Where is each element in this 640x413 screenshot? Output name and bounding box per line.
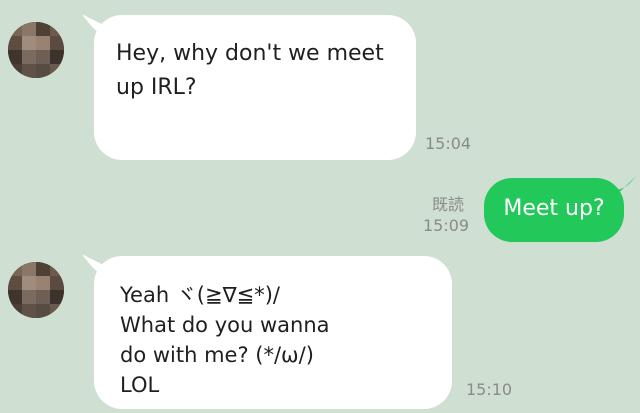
- chat-window: Hey, why don't we meet up IRL? 15:04 既読 …: [0, 0, 640, 413]
- timestamp: 15:04: [425, 134, 472, 153]
- timestamp: 15:10: [466, 380, 513, 399]
- timestamp: 15:09: [423, 216, 470, 235]
- message-bubble-2[interactable]: Meet up?: [484, 178, 624, 242]
- message-text: Hey, why don't we meet up IRL?: [116, 41, 384, 100]
- outgoing-tail: [606, 176, 636, 202]
- avatar[interactable]: [8, 22, 64, 78]
- avatar[interactable]: [8, 262, 64, 318]
- message-text: Yeah ヾ(≧∇≦*)/ What do you wanna do with …: [120, 283, 330, 397]
- message-text: Meet up?: [503, 196, 605, 221]
- message-bubble-3[interactable]: Yeah ヾ(≧∇≦*)/ What do you wanna do with …: [94, 256, 452, 409]
- read-status: 既読: [432, 195, 465, 214]
- message-bubble-1[interactable]: Hey, why don't we meet up IRL?: [94, 15, 416, 160]
